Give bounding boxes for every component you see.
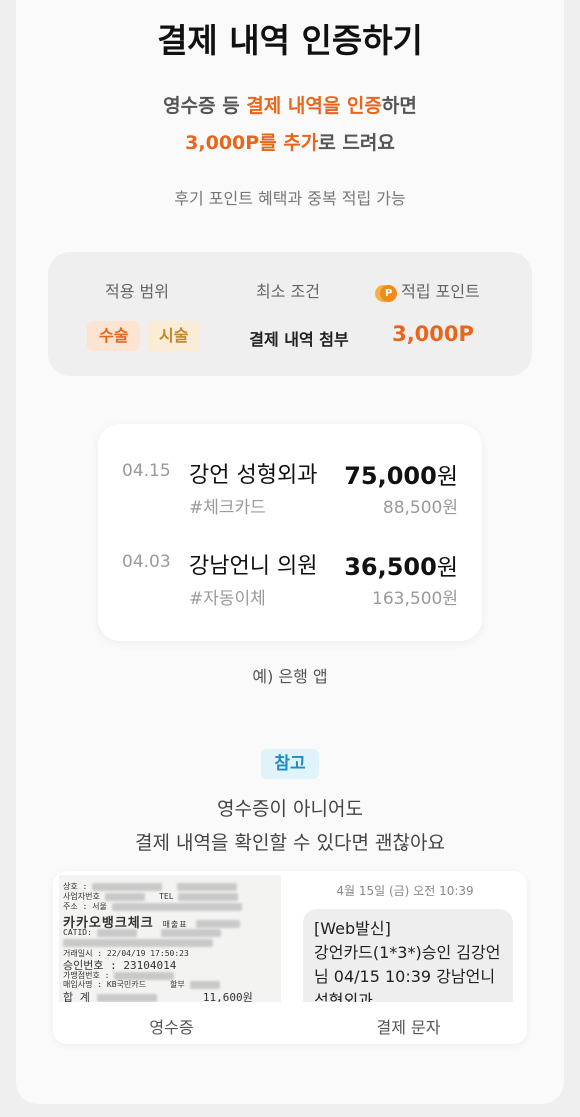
amount-number: 75,000 bbox=[344, 462, 437, 490]
note-line-1: 영수증이 아니어도 bbox=[217, 798, 363, 820]
transaction-merchant: 강남언니 의원 bbox=[189, 554, 318, 579]
sms-date: 4월 15일 (금) 오전 10:39 bbox=[336, 884, 474, 898]
headline-text: 로 드려요 bbox=[318, 132, 395, 154]
sms-line: 강언카드(1*3*)승인 김강언 bbox=[314, 943, 501, 962]
scope-tag-procedure: 시술 bbox=[147, 321, 201, 351]
page-title: 결제 내역 인증하기 bbox=[157, 21, 423, 60]
points-header: P 적립 포인트 bbox=[360, 278, 500, 302]
example-caption: 예) 은행 앱 bbox=[252, 667, 328, 686]
note-badge: 참고 bbox=[261, 749, 319, 779]
headline-text: 영수증 등 bbox=[163, 95, 247, 117]
receipt-photo: 상호 : 사업자번호 TEL 주소 : 서울 카카오뱅크체크 매출표 CATID… bbox=[59, 875, 281, 1002]
point-coin-icon: P bbox=[380, 285, 398, 302]
sms-line: 님 04/15 10:39 강남언니 bbox=[314, 967, 496, 986]
scope-header: 적용 범위 bbox=[105, 282, 169, 301]
bank-app-example: 04.15 강언 성형외과 75,000원 #체크카드 88,500원 04.0… bbox=[98, 424, 482, 641]
transaction-amount: 36,500원 bbox=[344, 548, 458, 582]
transaction-date: 04.15 bbox=[122, 461, 171, 481]
headline-highlight: 결제 내역을 인증 bbox=[246, 95, 382, 117]
sms-label: 결제 문자 bbox=[376, 1018, 441, 1037]
sms-line: [Web발신] bbox=[314, 919, 391, 938]
amount-unit: 원 bbox=[436, 464, 458, 490]
transaction-date: 04.03 bbox=[122, 552, 171, 572]
proof-labels: 영수증 결제 문자 bbox=[53, 1002, 527, 1044]
reward-info-box: 적용 범위 최소 조건 P 적립 포인트 수술 시술 결제 내역 첨부 3,000… bbox=[48, 252, 532, 376]
note-line-2: 결제 내역을 확인할 수 있다면 괜찮아요 bbox=[135, 832, 445, 854]
amount-number: 36,500 bbox=[344, 553, 437, 581]
transaction-method: #자동이체 bbox=[189, 589, 266, 609]
transaction-amount: 75,000원 bbox=[344, 457, 458, 491]
proof-examples: 상호 : 사업자번호 TEL 주소 : 서울 카카오뱅크체크 매출표 CATID… bbox=[53, 871, 527, 1044]
duplicate-benefit-note: 후기 포인트 혜택과 중복 적립 가능 bbox=[174, 189, 406, 208]
condition-header: 최소 조건 bbox=[256, 282, 320, 301]
transaction-merchant: 강언 성형외과 bbox=[189, 463, 318, 488]
receipt-total: 11,600원 bbox=[202, 991, 253, 1002]
points-header-label: 적립 포인트 bbox=[401, 282, 480, 301]
transaction-original: 163,500원 bbox=[372, 589, 458, 609]
transaction-method: #체크카드 bbox=[189, 498, 266, 518]
headline-line-2: 3,000P를 추가로 드려요 bbox=[0, 128, 580, 155]
headline-highlight: 3,000P를 추가 bbox=[185, 132, 319, 154]
transaction-original: 88,500원 bbox=[382, 498, 458, 518]
points-value: 3,000P bbox=[392, 322, 474, 346]
headline-text: 하면 bbox=[381, 95, 417, 117]
scope-tag-surgery: 수술 bbox=[87, 321, 141, 351]
receipt-card: KB국민카드 bbox=[106, 980, 146, 989]
receipt-label: 영수증 bbox=[149, 1018, 194, 1037]
headline-line-1: 영수증 등 결제 내역을 인증하면 bbox=[0, 91, 580, 118]
amount-unit: 원 bbox=[436, 555, 458, 581]
condition-value: 결제 내역 첨부 bbox=[249, 330, 349, 349]
